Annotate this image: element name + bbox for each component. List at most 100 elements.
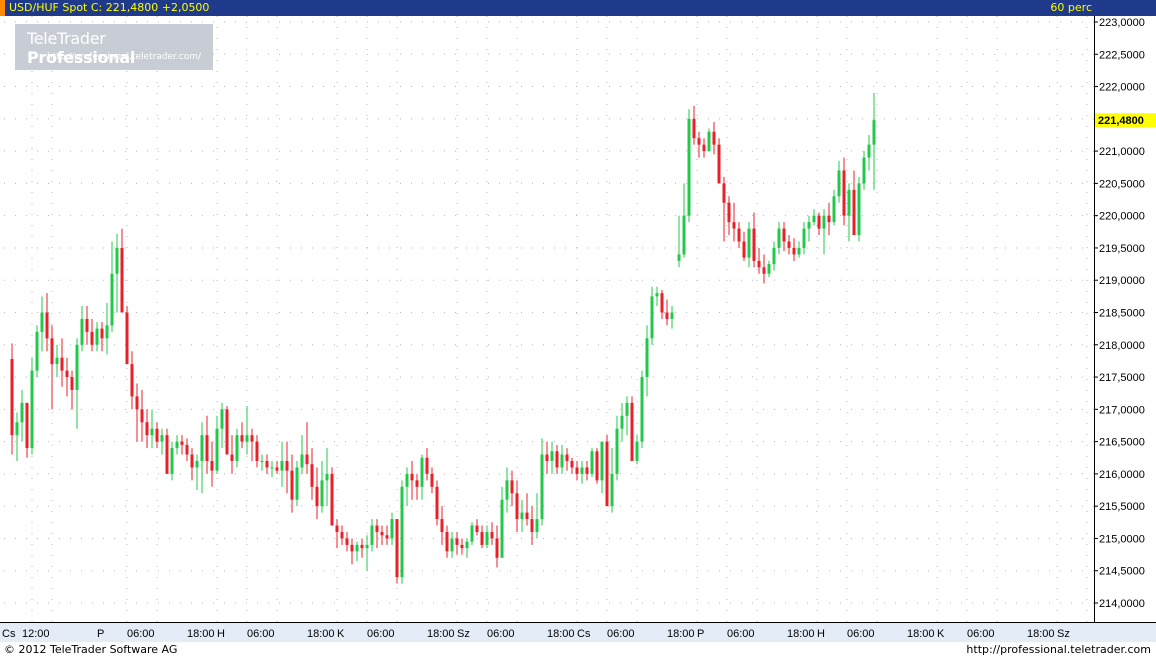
candle-body	[862, 157, 866, 184]
candle-body	[105, 325, 109, 339]
candle-body	[727, 202, 731, 223]
candle-body	[265, 460, 269, 468]
candle-body	[490, 531, 494, 539]
candle-body	[160, 435, 164, 442]
y-tick-label: 222,5000	[1099, 49, 1145, 61]
candle-body	[837, 170, 841, 197]
candle-body	[40, 312, 44, 332]
x-tick-label: 18:00	[787, 628, 815, 640]
candle-body	[400, 486, 404, 578]
candle-body	[782, 228, 786, 242]
candle-body	[530, 519, 534, 532]
candle-body	[145, 422, 149, 436]
candle-body	[415, 480, 419, 487]
candle-body	[200, 435, 204, 461]
candle-body	[260, 460, 264, 462]
candle-body	[350, 544, 354, 552]
candle-body	[822, 215, 826, 229]
candle-body	[50, 338, 54, 365]
candle-body	[762, 267, 766, 274]
candle-body	[737, 228, 741, 242]
x-tick-label: 06:00	[247, 628, 275, 640]
site-link[interactable]: http://professional.teletrader.com	[966, 643, 1151, 656]
chart-footer: © 2012 TeleTrader Software AG http://pro…	[0, 642, 1156, 659]
candle-body	[300, 454, 304, 468]
candle-body	[752, 228, 756, 261]
candle-body	[25, 402, 29, 449]
y-tick-label: 221,0000	[1099, 146, 1145, 158]
x-tick-label: H	[217, 628, 225, 640]
candle-body	[215, 428, 219, 471]
candle-body	[140, 409, 144, 423]
candle-body	[190, 454, 194, 468]
candle-body	[20, 402, 24, 423]
x-tick-label: K	[337, 628, 345, 640]
candle-body	[405, 473, 409, 487]
candle-body	[722, 183, 726, 203]
y-tick-label: 220,0000	[1099, 211, 1145, 223]
price-chart[interactable]: 223,0000222,5000222,0000221,5000221,0000…	[0, 0, 1156, 659]
candle-body	[170, 448, 174, 474]
candle-body	[707, 131, 711, 152]
candle-body	[565, 454, 569, 461]
candle-body	[180, 441, 184, 445]
candle-body	[295, 467, 299, 500]
candle-body	[100, 328, 104, 339]
candle-body	[615, 428, 619, 474]
candle-body	[847, 189, 851, 216]
candle-body	[125, 312, 129, 365]
candle-body	[742, 241, 746, 258]
candle-body	[305, 454, 309, 465]
candle-body	[235, 435, 239, 461]
candle-body	[330, 473, 334, 526]
candle-body	[842, 170, 846, 216]
candle-body	[445, 531, 449, 552]
x-tick-label: 18:00	[1027, 628, 1055, 640]
y-tick-label: 216,0000	[1099, 469, 1145, 481]
candle-body	[450, 538, 454, 552]
candle-body	[645, 338, 649, 378]
x-tick-label: 18:00	[427, 628, 455, 640]
candle-body	[360, 544, 364, 549]
x-tick-label: Sz	[457, 628, 470, 640]
candle-body	[480, 531, 484, 545]
candle-body	[630, 402, 634, 461]
x-tick-label: 18:00	[667, 628, 695, 640]
candle-body	[772, 247, 776, 265]
candle-body	[867, 144, 871, 158]
candle-body	[245, 435, 249, 442]
y-tick-label: 218,5000	[1099, 308, 1145, 320]
candle-body	[120, 247, 124, 313]
candle-body	[135, 396, 139, 410]
candle-body	[440, 519, 444, 532]
x-tick-label: K	[937, 628, 945, 640]
x-tick-label: 18:00	[307, 628, 335, 640]
candle-body	[570, 460, 574, 468]
candle-body	[807, 222, 811, 229]
candle-body	[702, 144, 706, 152]
candle-body	[35, 331, 39, 371]
candle-body	[520, 512, 524, 520]
candle-body	[460, 544, 464, 549]
candle-body	[225, 409, 229, 455]
candle-body	[270, 467, 274, 469]
candle-body	[430, 473, 434, 487]
x-tick-label: 18:00	[907, 628, 935, 640]
candle-body	[682, 215, 686, 255]
x-tick-label: 06:00	[367, 628, 395, 640]
y-tick-label: 217,0000	[1099, 404, 1145, 416]
candle-body	[30, 370, 34, 449]
candle-body	[410, 473, 414, 481]
x-tick-label: H	[817, 628, 825, 640]
candle-body	[665, 312, 669, 319]
candle-body	[610, 473, 614, 507]
candle-body	[470, 525, 474, 542]
candle-body	[550, 451, 554, 461]
candle-body	[85, 318, 89, 332]
candle-body	[575, 467, 579, 474]
candle-body	[315, 486, 319, 507]
candle-body	[540, 454, 544, 520]
candle-body	[65, 370, 69, 378]
candle-body	[857, 183, 861, 236]
candle-body	[60, 357, 64, 371]
